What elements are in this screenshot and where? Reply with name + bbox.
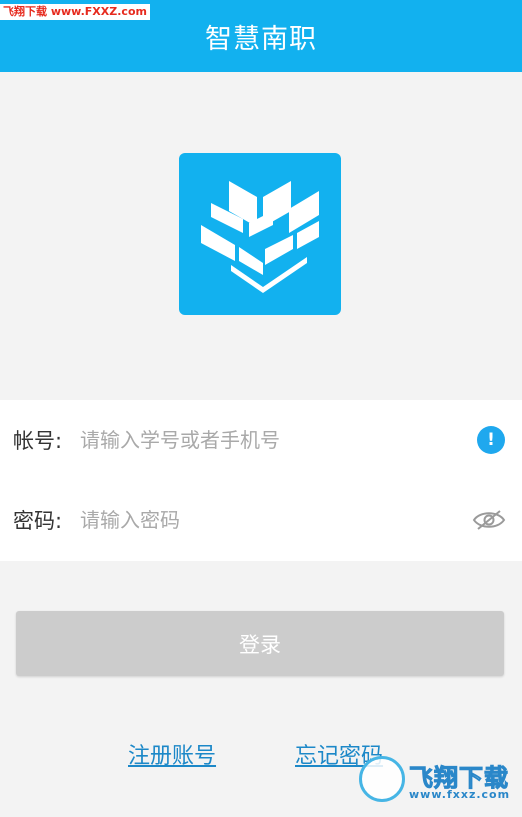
eye-hidden-icon[interactable] [472,508,506,532]
info-icon[interactable]: ! [477,426,505,454]
watermark-logo-icon [359,756,405,802]
register-link[interactable]: 注册账号 [128,738,216,770]
account-row: 帐号: ! [0,400,522,480]
password-input[interactable] [80,500,460,540]
account-input[interactable] [80,420,460,460]
login-button[interactable]: 登录 [16,611,504,676]
watermark-bottom: 飞翔下载 www.fxxz.com [355,752,515,808]
login-form: 帐号: ! 密码: [0,400,522,561]
watermark-top: 飞翔下载 www.FXXZ.com [0,4,150,20]
school-shield-logo-icon [201,181,319,293]
school-logo [179,153,341,315]
password-label: 密码: [13,509,63,533]
password-row: 密码: [0,480,522,560]
account-label: 帐号: [13,429,63,453]
watermark-url: www.fxxz.com [409,788,511,801]
page-title: 智慧南职 [205,23,317,55]
